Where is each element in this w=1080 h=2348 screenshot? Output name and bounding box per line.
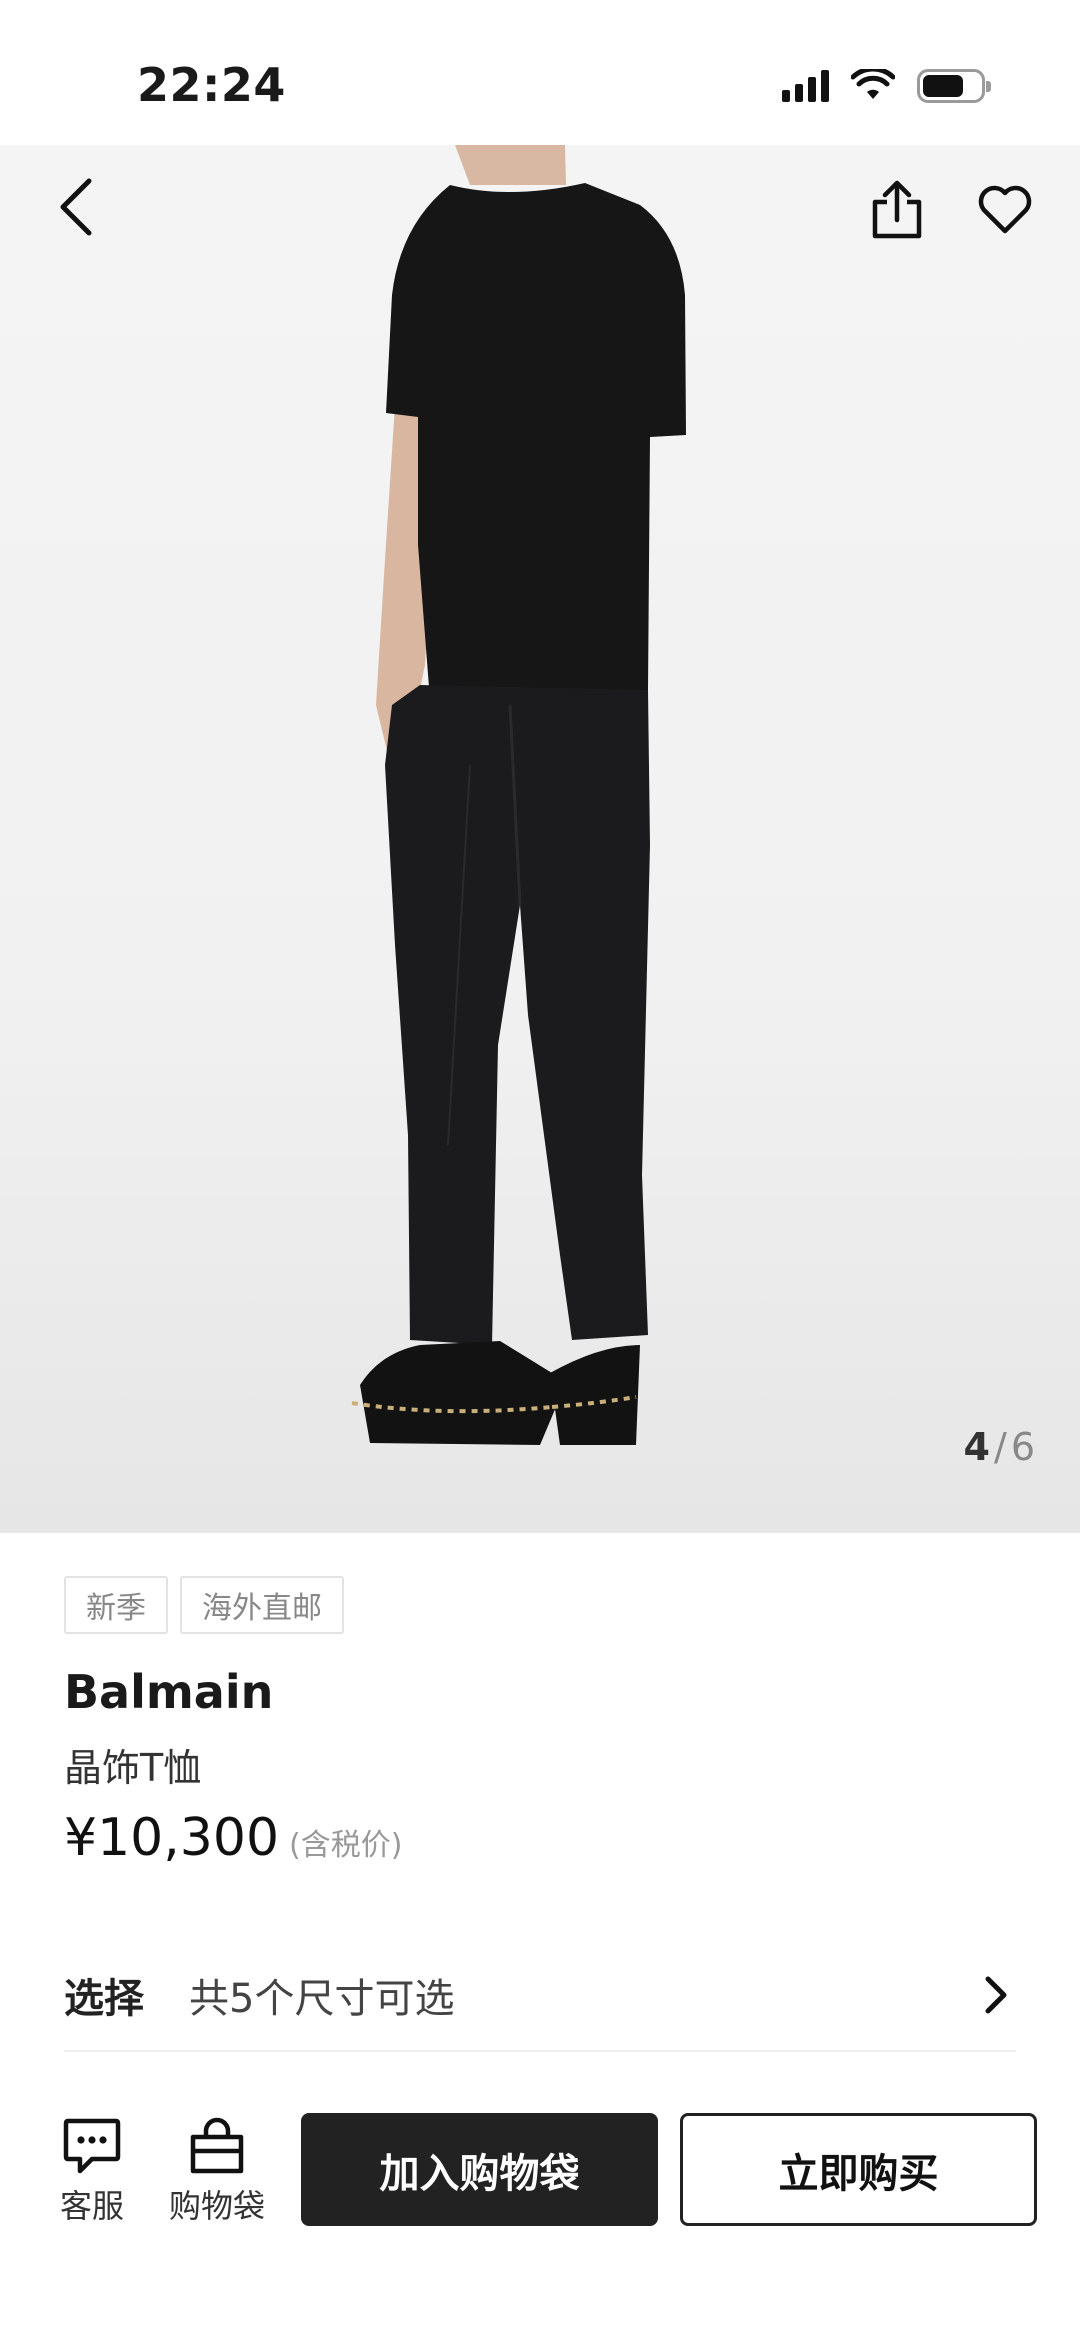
price-row: ¥10,300 (含税价) [64, 1808, 402, 1868]
product-image-gallery[interactable]: 4 / 6 [0, 145, 1080, 1533]
share-icon [872, 180, 922, 239]
product-tags: 新季 海外直邮 [64, 1576, 344, 1634]
customer-service-button[interactable]: 客服 [37, 2117, 147, 2227]
size-select-value: 共5个尺寸可选 [189, 1976, 455, 2022]
status-time: 22:24 [137, 58, 286, 112]
wifi-icon [851, 69, 895, 99]
tag-new-season: 新季 [64, 1576, 168, 1634]
chevron-left-icon [60, 178, 92, 236]
heart-icon [978, 185, 1032, 234]
cellular-signal-icon [782, 70, 829, 102]
add-to-bag-button[interactable]: 加入购物袋 [301, 2113, 658, 2226]
customer-service-label: 客服 [59, 2187, 124, 2225]
product-name: 晶饰T恤 [64, 1746, 202, 1790]
gallery-page-indicator: 4 / 6 [964, 1425, 1035, 1469]
buy-now-button[interactable]: 立即购买 [680, 2113, 1037, 2226]
gallery-total-pages: 6 [1010, 1425, 1035, 1469]
shopping-bag-label: 购物袋 [168, 2187, 265, 2225]
status-icons [782, 66, 991, 106]
product-photo [351, 145, 686, 1445]
back-button[interactable] [45, 175, 109, 239]
bottom-action-bar: 客服 购物袋 加入购物袋 立即购买 [0, 2095, 1080, 2245]
battery-icon [917, 69, 991, 103]
status-bar: 22:24 [0, 0, 1080, 145]
chat-bubble-icon [63, 2118, 121, 2174]
chevron-right-icon [976, 1975, 1016, 2015]
price-tax-note: (含税价) [289, 1828, 403, 1863]
shopping-bag-icon [190, 2117, 244, 2174]
product-price: ¥10,300 [64, 1808, 280, 1868]
gallery-current-page: 4 [963, 1425, 990, 1469]
size-select-row[interactable]: 选择 共5个尺寸可选 [64, 1940, 1016, 2052]
shopping-bag-button[interactable]: 购物袋 [162, 2117, 272, 2227]
size-select-label: 选择 [64, 1976, 144, 2022]
favorite-button[interactable] [970, 175, 1040, 245]
share-button[interactable] [862, 175, 932, 245]
tag-overseas-direct: 海外直邮 [180, 1576, 344, 1634]
gallery-page-separator: / [994, 1425, 1007, 1469]
brand-name[interactable]: Balmain [64, 1665, 273, 1719]
